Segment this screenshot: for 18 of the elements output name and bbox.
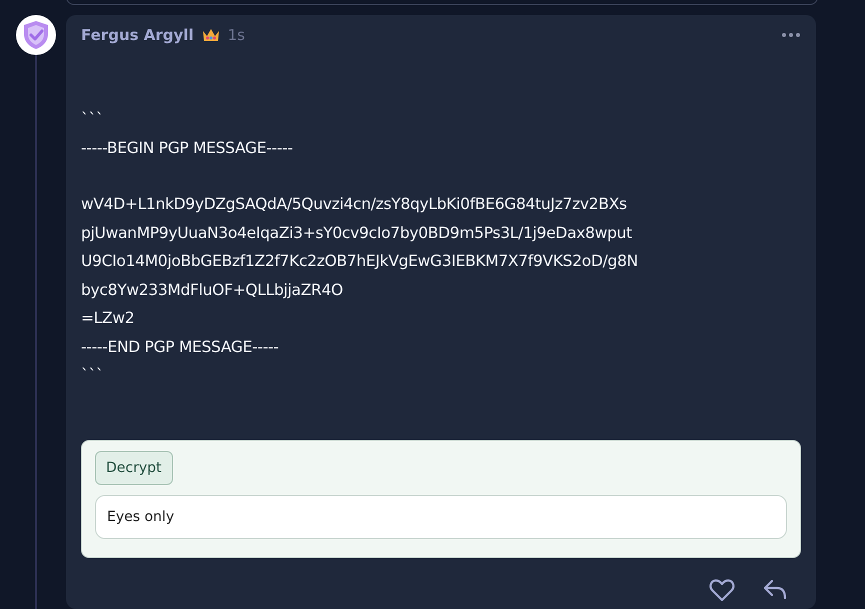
message-line: -----END PGP MESSAGE-----: [81, 336, 280, 358]
author-name[interactable]: Fergus Argyll: [81, 26, 194, 44]
message-line: ```: [81, 109, 104, 130]
reply-icon[interactable]: [763, 578, 787, 602]
message-line: byc8Yw233MdFluOF+QLLbjjaZR4O: [81, 280, 344, 300]
decrypt-button[interactable]: Decrypt: [95, 450, 173, 484]
shield-check-icon: [22, 20, 50, 50]
message-line: U9CIo14M0joBbGEBzf1Z2f7Kc2zOB7hEJkVgEwG3IEBKM7X7f9VKS2oD/g8N: [81, 251, 639, 272]
post-time: 1s: [228, 26, 245, 44]
more-icon[interactable]: [781, 32, 801, 38]
message-line: -----BEGIN PGP MESSAGE-----: [81, 138, 294, 158]
message-line: wV4D+L1nkD9yDZgSAQdA/5Quvzi4cn/zsY8qyLbKi0fBE6G84tuJz7zv2BXs: [81, 194, 628, 215]
crown-icon: [202, 28, 220, 42]
message-line: ```: [81, 365, 104, 386]
message-line: =LZw2: [81, 308, 136, 329]
decrypted-text: Eyes only: [107, 508, 174, 524]
message-line: pjUwanMP9yUuaN3o4eIqaZi3+sY0cv9cIo7by0BD9m5Ps3L/1j9eDax8wput: [81, 222, 633, 244]
heart-icon[interactable]: [709, 578, 735, 602]
